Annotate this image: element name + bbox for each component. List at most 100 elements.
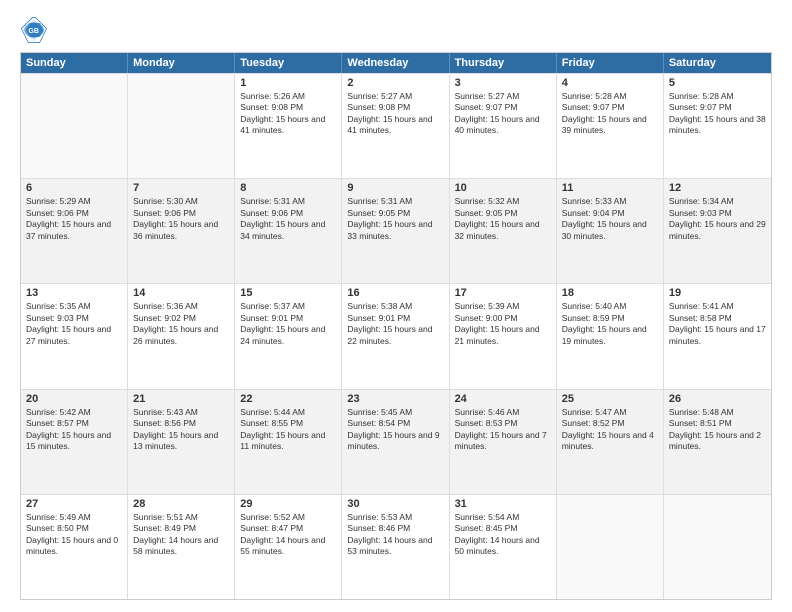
day-info: Sunrise: 5:49 AM Sunset: 8:50 PM Dayligh… <box>26 512 122 558</box>
calendar-row-4: 20 Sunrise: 5:42 AM Sunset: 8:57 PM Dayli… <box>21 389 771 494</box>
day-info: Sunrise: 5:35 AM Sunset: 9:03 PM Dayligh… <box>26 301 122 347</box>
day-info: Sunrise: 5:30 AM Sunset: 9:06 PM Dayligh… <box>133 196 229 242</box>
day-cell-16: 16 Sunrise: 5:38 AM Sunset: 9:01 PM Dayli… <box>342 284 449 388</box>
day-number: 23 <box>347 393 443 405</box>
day-info: Sunrise: 5:36 AM Sunset: 9:02 PM Dayligh… <box>133 301 229 347</box>
day-info: Sunrise: 5:53 AM Sunset: 8:46 PM Dayligh… <box>347 512 443 558</box>
calendar-row-5: 27 Sunrise: 5:49 AM Sunset: 8:50 PM Dayli… <box>21 494 771 599</box>
day-cell-26: 26 Sunrise: 5:48 AM Sunset: 8:51 PM Dayli… <box>664 390 771 494</box>
day-number: 3 <box>455 77 551 89</box>
day-number: 4 <box>562 77 658 89</box>
day-info: Sunrise: 5:29 AM Sunset: 9:06 PM Dayligh… <box>26 196 122 242</box>
calendar-header: SundayMondayTuesdayWednesdayThursdayFrid… <box>21 53 771 73</box>
day-cell-19: 19 Sunrise: 5:41 AM Sunset: 8:58 PM Dayli… <box>664 284 771 388</box>
calendar-row-3: 13Sunrise: 5:35 AM Sunset: 9:03 PM Dayli… <box>21 283 771 388</box>
day-number: 27 <box>26 498 122 510</box>
empty-cell <box>21 74 128 178</box>
day-cell-24: 24Sunrise: 5:46 AM Sunset: 8:53 PM Dayli… <box>450 390 557 494</box>
day-info: Sunrise: 5:48 AM Sunset: 8:51 PM Dayligh… <box>669 407 766 453</box>
day-number: 7 <box>133 182 229 194</box>
day-info: Sunrise: 5:34 AM Sunset: 9:03 PM Dayligh… <box>669 196 766 242</box>
day-number: 15 <box>240 287 336 299</box>
day-info: Sunrise: 5:28 AM Sunset: 9:07 PM Dayligh… <box>562 91 658 137</box>
day-info: Sunrise: 5:38 AM Sunset: 9:01 PM Dayligh… <box>347 301 443 347</box>
day-number: 2 <box>347 77 443 89</box>
day-cell-11: 11 Sunrise: 5:33 AM Sunset: 9:04 PM Dayli… <box>557 179 664 283</box>
day-number: 5 <box>669 77 766 89</box>
empty-cell <box>664 495 771 599</box>
day-info: Sunrise: 5:31 AM Sunset: 9:06 PM Dayligh… <box>240 196 336 242</box>
day-number: 8 <box>240 182 336 194</box>
day-info: Sunrise: 5:27 AM Sunset: 9:08 PM Dayligh… <box>347 91 443 137</box>
day-number: 20 <box>26 393 122 405</box>
day-info: Sunrise: 5:40 AM Sunset: 8:59 PM Dayligh… <box>562 301 658 347</box>
day-number: 26 <box>669 393 766 405</box>
day-cell-17: 17 Sunrise: 5:39 AM Sunset: 9:00 PM Dayli… <box>450 284 557 388</box>
day-cell-21: 21 Sunrise: 5:43 AM Sunset: 8:56 PM Dayli… <box>128 390 235 494</box>
day-number: 11 <box>562 182 658 194</box>
day-number: 28 <box>133 498 229 510</box>
day-number: 31 <box>455 498 551 510</box>
day-cell-31: 31 Sunrise: 5:54 AM Sunset: 8:45 PM Dayli… <box>450 495 557 599</box>
svg-text:GB: GB <box>28 28 39 35</box>
day-cell-6: 6 Sunrise: 5:29 AM Sunset: 9:06 PM Daylig… <box>21 179 128 283</box>
day-cell-2: 2 Sunrise: 5:27 AM Sunset: 9:08 PM Daylig… <box>342 74 449 178</box>
day-cell-3: 3 Sunrise: 5:27 AM Sunset: 9:07 PM Daylig… <box>450 74 557 178</box>
day-info: Sunrise: 5:27 AM Sunset: 9:07 PM Dayligh… <box>455 91 551 137</box>
day-number: 10 <box>455 182 551 194</box>
header: GB <box>20 16 772 44</box>
day-info: Sunrise: 5:28 AM Sunset: 9:07 PM Dayligh… <box>669 91 766 137</box>
day-number: 1 <box>240 77 336 89</box>
day-cell-7: 7 Sunrise: 5:30 AM Sunset: 9:06 PM Daylig… <box>128 179 235 283</box>
day-cell-20: 20 Sunrise: 5:42 AM Sunset: 8:57 PM Dayli… <box>21 390 128 494</box>
day-number: 19 <box>669 287 766 299</box>
day-number: 12 <box>669 182 766 194</box>
day-cell-15: 15Sunrise: 5:37 AM Sunset: 9:01 PM Dayli… <box>235 284 342 388</box>
day-info: Sunrise: 5:47 AM Sunset: 8:52 PM Dayligh… <box>562 407 658 453</box>
logo-icon: GB <box>20 16 48 44</box>
day-number: 14 <box>133 287 229 299</box>
day-number: 6 <box>26 182 122 194</box>
header-day-sunday: Sunday <box>21 53 128 73</box>
day-number: 24 <box>455 393 551 405</box>
day-number: 25 <box>562 393 658 405</box>
day-cell-14: 14 Sunrise: 5:36 AM Sunset: 9:02 PM Dayli… <box>128 284 235 388</box>
header-day-saturday: Saturday <box>664 53 771 73</box>
day-info: Sunrise: 5:33 AM Sunset: 9:04 PM Dayligh… <box>562 196 658 242</box>
calendar: SundayMondayTuesdayWednesdayThursdayFrid… <box>20 52 772 600</box>
empty-cell <box>128 74 235 178</box>
day-info: Sunrise: 5:52 AM Sunset: 8:47 PM Dayligh… <box>240 512 336 558</box>
day-info: Sunrise: 5:39 AM Sunset: 9:00 PM Dayligh… <box>455 301 551 347</box>
day-number: 29 <box>240 498 336 510</box>
day-info: Sunrise: 5:54 AM Sunset: 8:45 PM Dayligh… <box>455 512 551 558</box>
day-number: 17 <box>455 287 551 299</box>
page: GB SundayMondayTuesdayWednesdayThursdayF… <box>0 0 792 612</box>
day-number: 22 <box>240 393 336 405</box>
day-cell-8: 8 Sunrise: 5:31 AM Sunset: 9:06 PM Daylig… <box>235 179 342 283</box>
day-info: Sunrise: 5:41 AM Sunset: 8:58 PM Dayligh… <box>669 301 766 347</box>
day-cell-29: 29 Sunrise: 5:52 AM Sunset: 8:47 PM Dayli… <box>235 495 342 599</box>
day-cell-4: 4 Sunrise: 5:28 AM Sunset: 9:07 PM Daylig… <box>557 74 664 178</box>
day-info: Sunrise: 5:43 AM Sunset: 8:56 PM Dayligh… <box>133 407 229 453</box>
calendar-body: 1 Sunrise: 5:26 AM Sunset: 9:08 PM Daylig… <box>21 73 771 599</box>
day-info: Sunrise: 5:42 AM Sunset: 8:57 PM Dayligh… <box>26 407 122 453</box>
calendar-row-2: 6 Sunrise: 5:29 AM Sunset: 9:06 PM Daylig… <box>21 178 771 283</box>
day-number: 21 <box>133 393 229 405</box>
day-cell-25: 25 Sunrise: 5:47 AM Sunset: 8:52 PM Dayli… <box>557 390 664 494</box>
day-info: Sunrise: 5:45 AM Sunset: 8:54 PM Dayligh… <box>347 407 443 453</box>
empty-cell <box>557 495 664 599</box>
day-cell-28: 28Sunrise: 5:51 AM Sunset: 8:49 PM Dayli… <box>128 495 235 599</box>
day-number: 30 <box>347 498 443 510</box>
day-info: Sunrise: 5:26 AM Sunset: 9:08 PM Dayligh… <box>240 91 336 137</box>
day-info: Sunrise: 5:31 AM Sunset: 9:05 PM Dayligh… <box>347 196 443 242</box>
header-day-wednesday: Wednesday <box>342 53 449 73</box>
calendar-row-1: 1 Sunrise: 5:26 AM Sunset: 9:08 PM Daylig… <box>21 73 771 178</box>
day-cell-12: 12 Sunrise: 5:34 AM Sunset: 9:03 PM Dayli… <box>664 179 771 283</box>
day-cell-1: 1 Sunrise: 5:26 AM Sunset: 9:08 PM Daylig… <box>235 74 342 178</box>
day-cell-13: 13Sunrise: 5:35 AM Sunset: 9:03 PM Dayli… <box>21 284 128 388</box>
day-number: 9 <box>347 182 443 194</box>
header-day-friday: Friday <box>557 53 664 73</box>
day-cell-23: 23 Sunrise: 5:45 AM Sunset: 8:54 PM Dayli… <box>342 390 449 494</box>
day-cell-5: 5 Sunrise: 5:28 AM Sunset: 9:07 PM Daylig… <box>664 74 771 178</box>
day-number: 16 <box>347 287 443 299</box>
